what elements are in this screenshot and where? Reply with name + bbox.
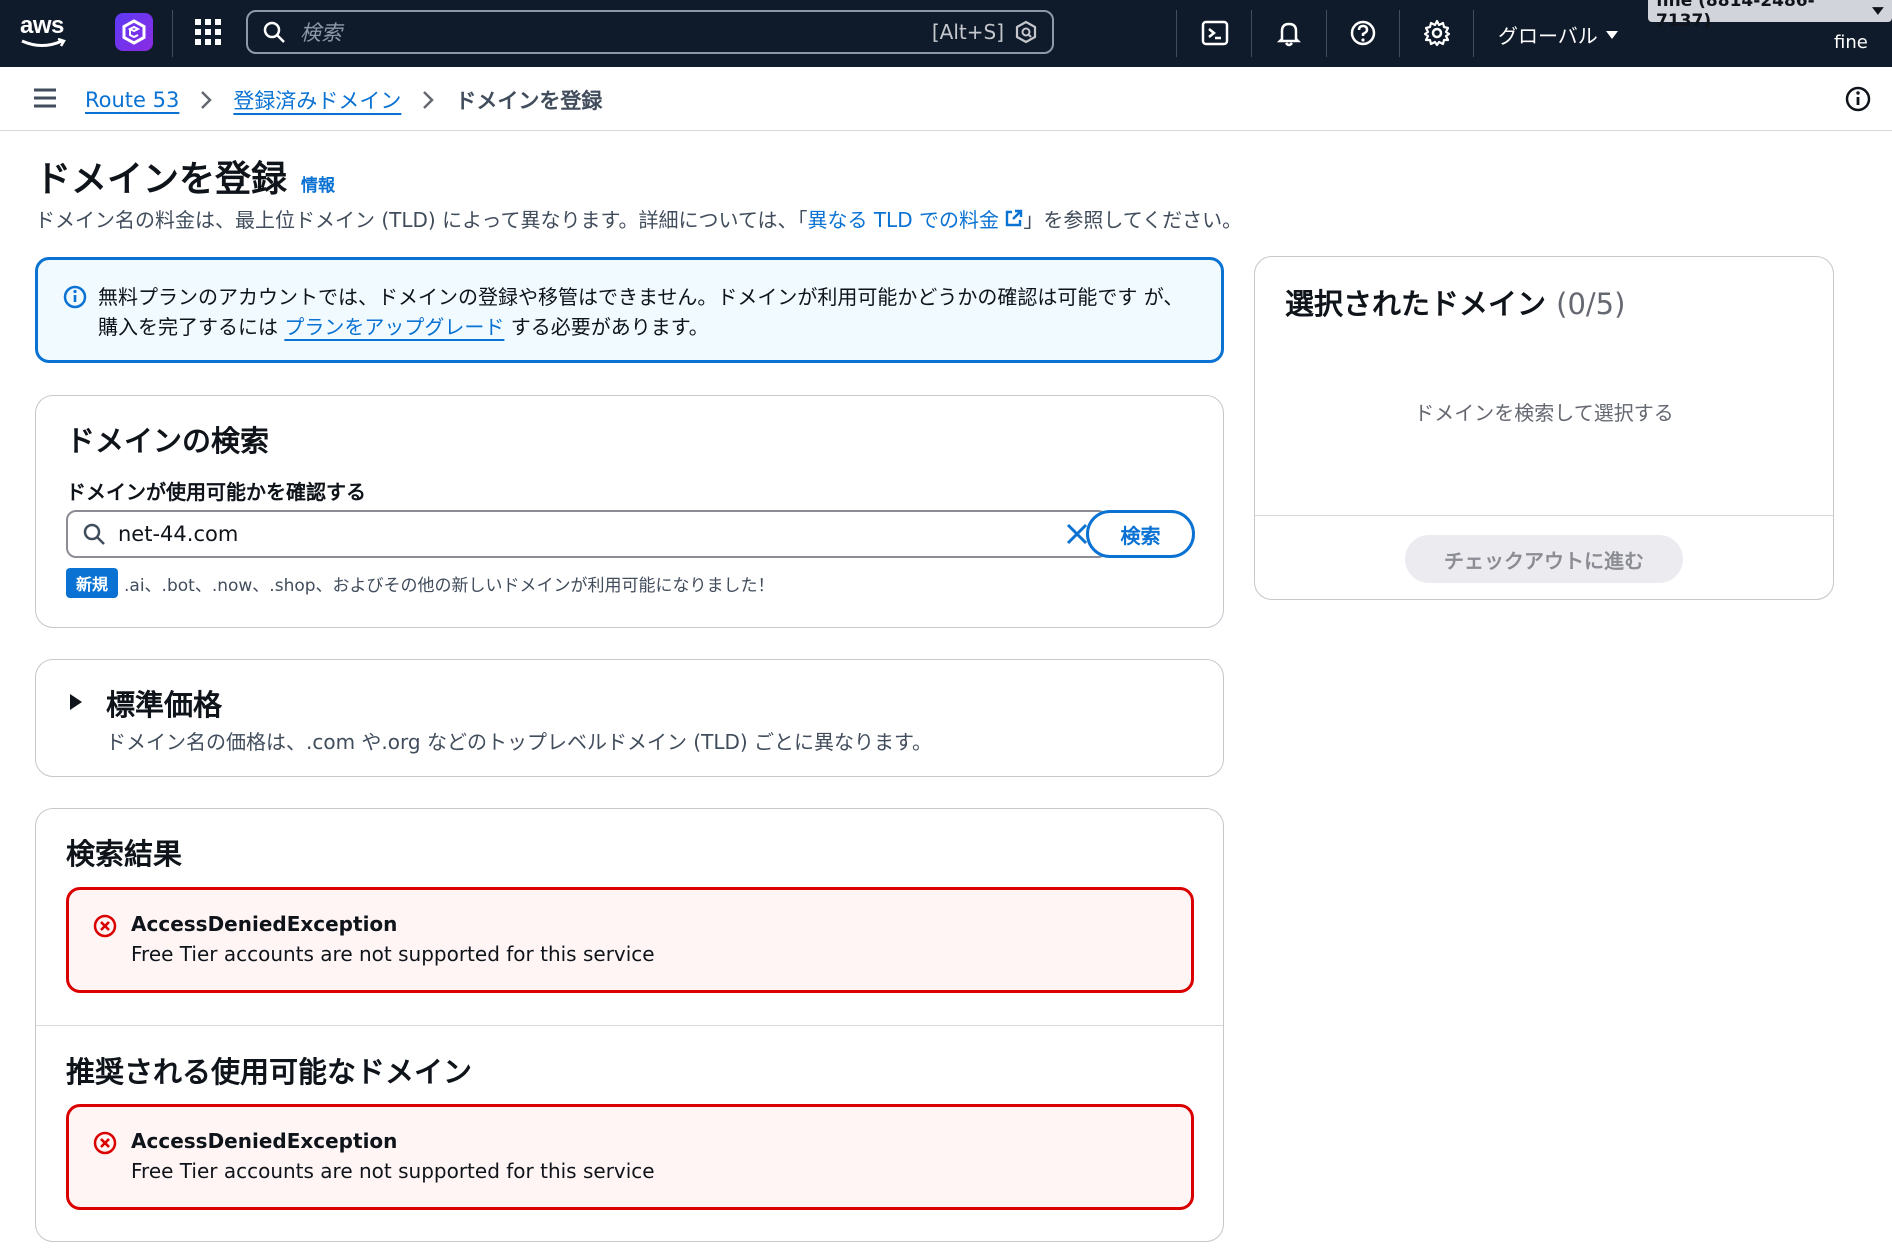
amazon-q-icon[interactable]: [1014, 20, 1038, 44]
account-user: fine: [1834, 32, 1868, 53]
page-title: ドメインを登録 情報: [35, 150, 335, 202]
suggested-domains-heading: 推奨される使用可能なドメイン: [66, 1055, 473, 1089]
info-icon: [63, 285, 87, 309]
hexagon-icon: [122, 19, 146, 45]
new-tld-notice: 新規 .ai、.bot、.now、.shop、およびその他の新しいドメインが利用…: [66, 568, 775, 598]
account-menu[interactable]: fine (8814-2486-7137): [1648, 0, 1892, 31]
checkout-button[interactable]: チェックアウトに進む: [1405, 535, 1683, 583]
error-alert: AccessDeniedException Free Tier accounts…: [66, 1104, 1194, 1210]
empty-state-text: ドメインを検索して選択する: [1414, 401, 1674, 425]
caret-down-icon: [1605, 30, 1618, 39]
error-alert: AccessDeniedException Free Tier accounts…: [66, 887, 1194, 993]
cloudshell-icon[interactable]: [1200, 18, 1230, 48]
info-link[interactable]: 情報: [301, 171, 335, 196]
divider: [36, 1025, 1223, 1026]
domain-input-value: net-44.com: [118, 522, 239, 546]
info-panel-icon[interactable]: [1845, 86, 1871, 112]
nav-separator: [172, 10, 173, 57]
selected-domains-title: 選択されたドメイン: [1285, 287, 1547, 321]
error-title: AccessDeniedException: [131, 1129, 398, 1153]
tld-pricing-link[interactable]: 異なる TLD での料金: [807, 208, 1023, 232]
chevron-right-icon: [423, 91, 435, 109]
error-message: Free Tier accounts are not supported for…: [131, 942, 655, 966]
selected-domains-heading: 選択されたドメイン (0/5): [1285, 281, 1625, 323]
domain-search-input[interactable]: net-44.com: [66, 510, 1108, 558]
domain-search-heading: ドメインの検索: [66, 424, 270, 458]
search-results-container: 検索結果 AccessDeniedException Free Tier acc…: [35, 808, 1224, 1242]
standard-pricing-heading[interactable]: 標準価格: [106, 682, 222, 724]
search-button[interactable]: 検索: [1086, 510, 1195, 558]
standard-pricing-description: ドメイン名の価格は、.com や.org などのトップレベルドメイン (TLD)…: [106, 730, 933, 754]
tld-pricing-link-label: 異なる TLD での料金: [807, 208, 999, 232]
help-icon[interactable]: [1348, 18, 1378, 48]
nav-separator: [1176, 10, 1177, 57]
breadcrumb: Route 53 登録済みドメイン ドメインを登録: [85, 85, 602, 115]
error-icon: [93, 1131, 117, 1155]
breadcrumb-current: ドメインを登録: [455, 89, 603, 113]
aws-logo[interactable]: aws: [20, 12, 76, 52]
global-search[interactable]: 検索 [Alt+S]: [246, 10, 1054, 54]
domain-search-container: ドメインの検索 ドメインが使用可能かを確認する net-44.com 検索 新規…: [35, 395, 1224, 628]
search-icon: [83, 523, 105, 545]
error-title: AccessDeniedException: [131, 912, 398, 936]
nav-separator: [1251, 10, 1252, 57]
caret-down-icon: [1872, 7, 1884, 15]
upgrade-plan-link[interactable]: プランをアップグレード: [284, 315, 504, 339]
service-icon[interactable]: [115, 13, 153, 51]
error-icon: [93, 914, 117, 938]
search-shortcut: [Alt+S]: [931, 20, 1004, 44]
chevron-right-icon: [201, 91, 213, 109]
search-icon: [263, 21, 285, 43]
selected-count: (0/5): [1556, 287, 1626, 321]
account-label: fine (8814-2486-7137): [1656, 0, 1815, 31]
breadcrumb-registered-domains[interactable]: 登録済みドメイン: [233, 85, 401, 115]
desc-text-after: 」を参照してください。: [1023, 208, 1243, 232]
breadcrumb-bar: Route 53 登録済みドメイン ドメインを登録: [0, 67, 1892, 131]
breadcrumb-route53[interactable]: Route 53: [85, 88, 179, 112]
search-placeholder: 検索: [300, 21, 342, 45]
search-results-heading: 検索結果: [66, 837, 183, 871]
divider: [1255, 515, 1833, 516]
selected-domains-panel: 選択されたドメイン (0/5) ドメインを検索して選択する チェックアウトに進む: [1254, 256, 1834, 600]
apps-grid-icon[interactable]: [193, 17, 223, 47]
nav-separator: [1473, 10, 1474, 57]
domain-check-label: ドメインが使用可能かを確認する: [66, 480, 366, 504]
bell-icon[interactable]: [1274, 18, 1304, 48]
aws-logo-text: aws: [20, 12, 64, 39]
top-navigation: aws 検索 [Alt+S] グローバル fine (8814-2486-713…: [0, 0, 1892, 67]
nav-separator: [1399, 10, 1400, 57]
page-title-text: ドメインを登録: [35, 159, 288, 200]
standard-pricing-container[interactable]: 標準価格 ドメイン名の価格は、.com や.org などのトップレベルドメイン …: [35, 659, 1224, 777]
caret-right-icon[interactable]: [68, 692, 84, 712]
region-label: グローバル: [1498, 24, 1598, 48]
new-tld-text: .ai、.bot、.now、.shop、およびその他の新しいドメインが利用可能に…: [124, 575, 775, 596]
region-selector[interactable]: グローバル: [1498, 20, 1618, 49]
menu-icon[interactable]: [33, 87, 57, 109]
page-description: ドメイン名の料金は、最上位ドメイン (TLD) によって異なります。詳細について…: [35, 204, 1242, 233]
external-link-icon: [1006, 209, 1023, 227]
error-message: Free Tier accounts are not supported for…: [131, 1159, 655, 1183]
new-badge: 新規: [66, 568, 119, 598]
free-plan-info-alert: 無料プランのアカウントでは、ドメインの登録や移管はできません。ドメインが利用可能…: [35, 257, 1224, 363]
alert-text-after: する必要があります。: [504, 315, 709, 339]
gear-icon[interactable]: [1422, 18, 1452, 48]
desc-text: ドメイン名の料金は、最上位ドメイン (TLD) によって異なります。詳細について…: [35, 208, 808, 232]
nav-separator: [1326, 10, 1327, 57]
